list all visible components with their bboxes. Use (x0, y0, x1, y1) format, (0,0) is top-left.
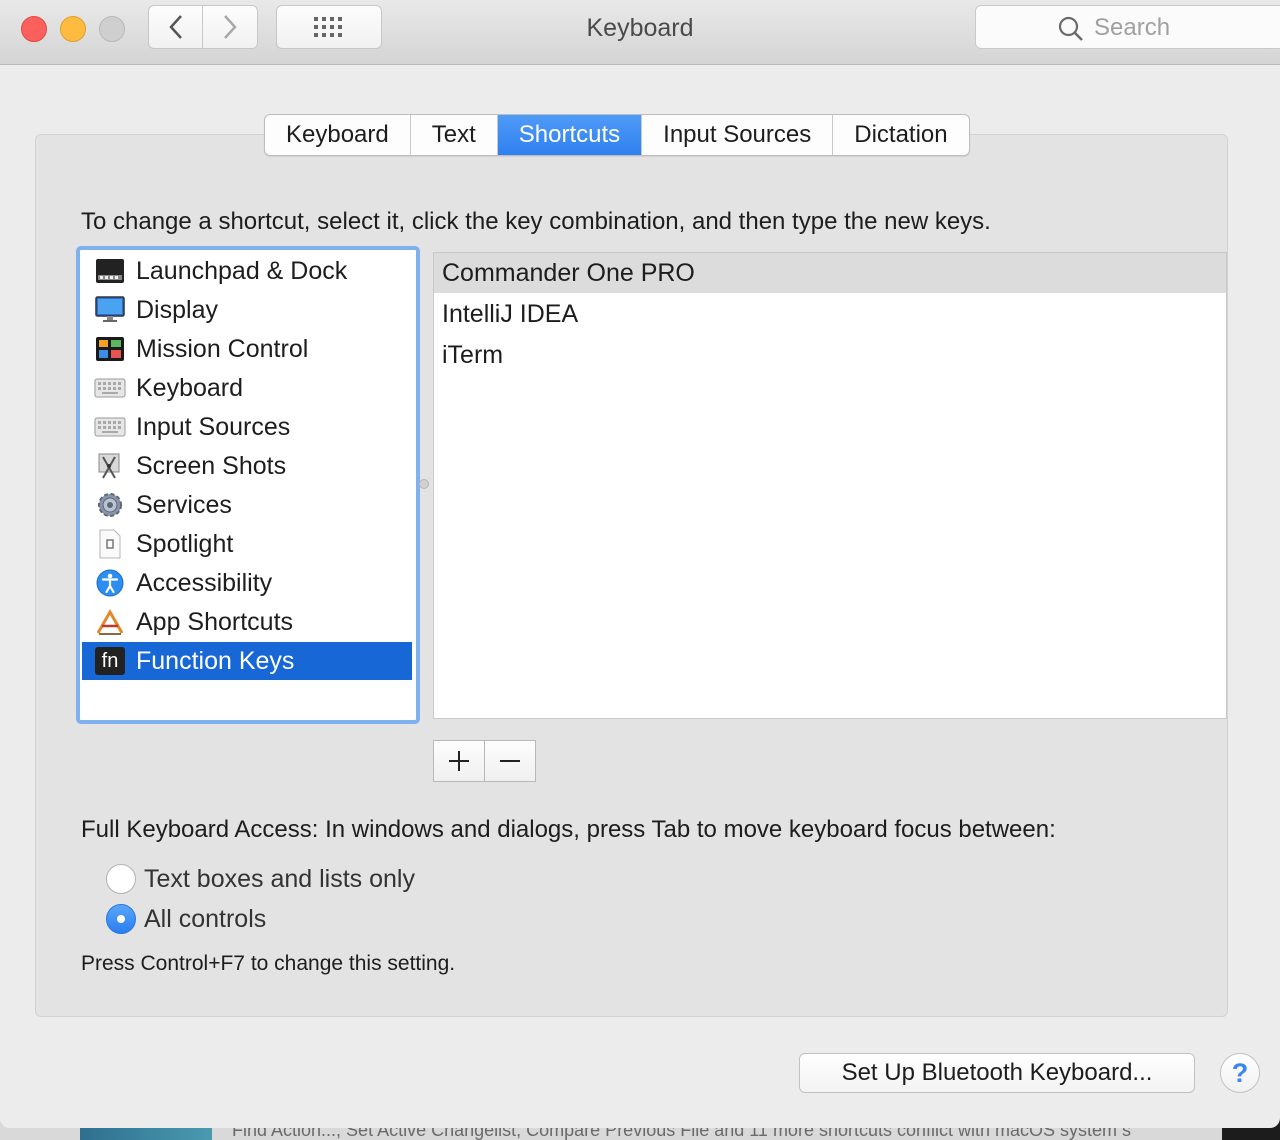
category-label: Spotlight (136, 529, 234, 558)
keyboard-icon (94, 373, 126, 403)
instruction-text: To change a shortcut, select it, click t… (81, 208, 991, 235)
remove-button[interactable] (484, 740, 536, 782)
spotlight-icon (94, 529, 126, 559)
shortcut-category-list[interactable]: Launchpad & Dock Display Mission Control… (76, 246, 420, 724)
category-label: Function Keys (136, 646, 295, 675)
tab-input-sources[interactable]: Input Sources (642, 115, 834, 155)
radio-label: Text boxes and lists only (144, 864, 415, 893)
category-label: Accessibility (136, 568, 273, 597)
keyboard-preferences-window: Keyboard Keyboard Text Shortcuts Input S… (0, 0, 1280, 1128)
category-display[interactable]: Display (82, 291, 412, 329)
radio-all-controls[interactable]: All controls (106, 904, 266, 934)
minus-icon (500, 760, 520, 762)
category-spotlight[interactable]: Spotlight (82, 525, 412, 563)
category-label: Input Sources (136, 412, 291, 441)
tab-keyboard[interactable]: Keyboard (265, 115, 411, 155)
tab-shortcuts[interactable]: Shortcuts (497, 115, 643, 155)
list-item[interactable]: IntelliJ IDEA (434, 294, 1226, 334)
services-gear-icon (94, 490, 126, 520)
help-button[interactable]: ? (1220, 1053, 1260, 1093)
app-shortcut-list[interactable]: Commander One PRO IntelliJ IDEA iTerm (433, 252, 1227, 719)
category-label: Screen Shots (136, 451, 287, 480)
category-keyboard[interactable]: Keyboard (82, 369, 412, 407)
radio-label: All controls (144, 904, 267, 933)
tab-dictation[interactable]: Dictation (833, 115, 968, 155)
mission-control-icon (94, 334, 126, 364)
accessibility-icon (94, 568, 126, 598)
category-label: Keyboard (136, 373, 244, 402)
title-bar: Keyboard (0, 0, 1280, 65)
input-sources-icon (94, 412, 126, 442)
search-icon (1058, 16, 1083, 41)
category-label: App Shortcuts (136, 607, 294, 636)
add-button[interactable] (433, 740, 485, 782)
tab-bar: Keyboard Text Shortcuts Input Sources Di… (264, 114, 970, 156)
category-mission-control[interactable]: Mission Control (82, 330, 412, 368)
radio-text-boxes[interactable]: Text boxes and lists only (106, 864, 415, 894)
fn-key-icon: fn (94, 646, 126, 676)
category-screen-shots[interactable]: Screen Shots (82, 447, 412, 485)
display-icon (94, 295, 126, 325)
category-input-sources[interactable]: Input Sources (82, 408, 412, 446)
split-view-handle[interactable] (419, 479, 429, 489)
launchpad-dock-icon (94, 256, 126, 286)
full-keyboard-access-label: Full Keyboard Access: In windows and dia… (81, 816, 1056, 843)
category-label: Display (136, 295, 218, 324)
category-function-keys[interactable]: fn Function Keys (82, 642, 412, 680)
search-input[interactable] (1092, 12, 1280, 44)
category-launchpad-dock[interactable]: Launchpad & Dock (82, 252, 412, 290)
category-label: Mission Control (136, 334, 309, 363)
category-accessibility[interactable]: Accessibility (82, 564, 412, 602)
question-mark-icon: ? (1231, 1057, 1249, 1088)
category-services[interactable]: Services (82, 486, 412, 524)
search-field[interactable] (975, 5, 1280, 49)
radio-button[interactable] (106, 864, 136, 894)
category-label: Launchpad & Dock (136, 256, 348, 285)
list-item[interactable]: Commander One PRO (434, 253, 1226, 293)
setup-bluetooth-keyboard-button[interactable]: Set Up Bluetooth Keyboard... (799, 1053, 1195, 1093)
category-label: Services (136, 490, 232, 519)
tab-text[interactable]: Text (411, 115, 498, 155)
radio-button[interactable] (106, 904, 136, 934)
category-app-shortcuts[interactable]: App Shortcuts (82, 603, 412, 641)
hint-text: Press Control+F7 to change this setting. (81, 952, 456, 975)
app-shortcuts-icon (94, 607, 126, 637)
plus-icon (449, 751, 469, 771)
screen-shots-icon (94, 451, 126, 481)
fn-key-label: fn (95, 647, 125, 675)
list-item[interactable]: iTerm (434, 335, 1226, 375)
